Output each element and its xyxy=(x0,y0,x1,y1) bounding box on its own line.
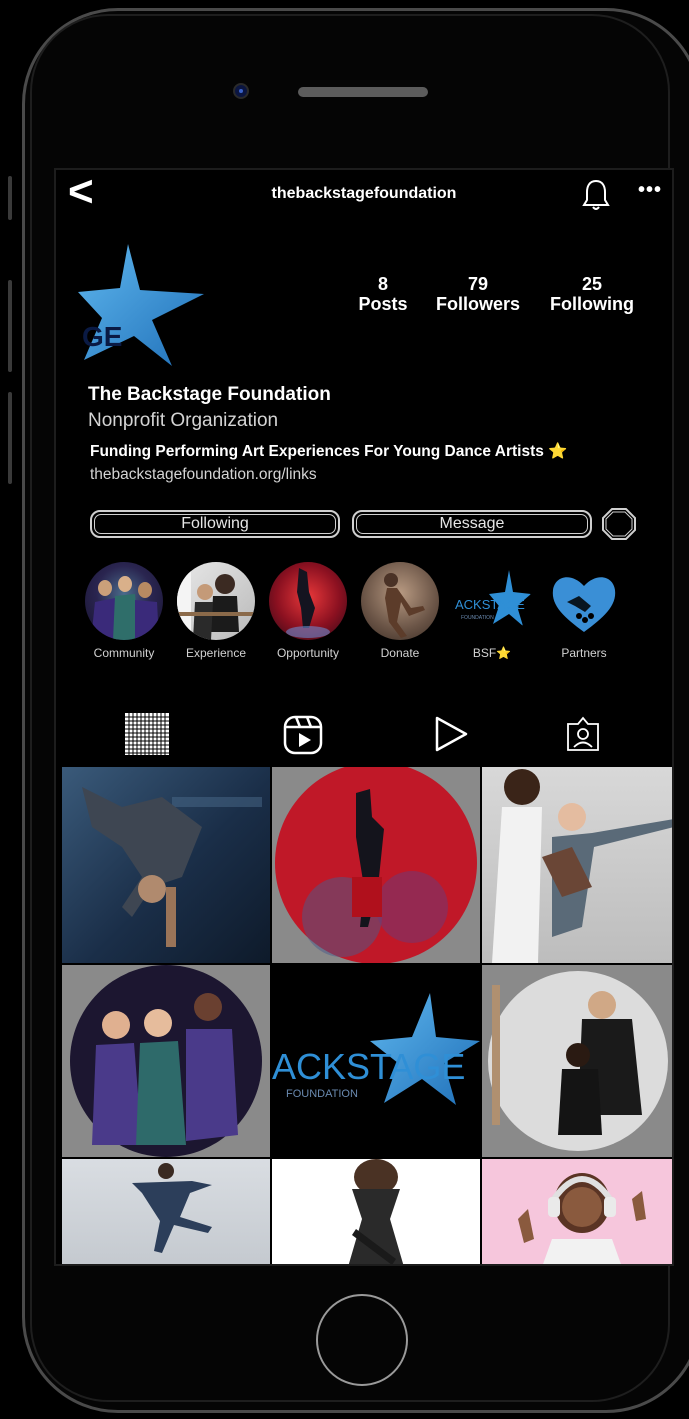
highlight-opportunity[interactable]: Opportunity xyxy=(268,562,348,660)
home-button[interactable] xyxy=(316,1294,408,1386)
profile-link[interactable]: thebackstagefoundation.org/links xyxy=(90,466,317,484)
posts-stat[interactable]: 8 Posts xyxy=(348,274,418,314)
highlight-bsf[interactable]: ACKSTAGE FOUNDATION BSF⭐ xyxy=(452,562,532,660)
profile-username: thebackstagefoundation xyxy=(271,185,457,202)
posts-label: Posts xyxy=(358,294,408,314)
profile-stats: 8 Posts 79 Followers 25 Following xyxy=(348,274,648,324)
followers-count: 79 xyxy=(467,274,489,294)
silent-switch xyxy=(8,176,12,220)
ballet-barre-photo[interactable] xyxy=(482,965,672,1157)
handstand-dancer-photo[interactable] xyxy=(272,767,480,963)
bsf-highlight-label: BSF⭐ xyxy=(472,646,512,660)
highlight-partners[interactable]: Partners xyxy=(544,562,624,660)
tagged-icon[interactable] xyxy=(564,714,602,759)
bsf-logo-text: ACKSTAGE xyxy=(455,597,525,612)
grid-icon[interactable] xyxy=(124,712,170,761)
community-highlight-label: Community xyxy=(93,646,155,660)
handshake-heart-icon xyxy=(552,577,616,632)
following-label: Following xyxy=(550,294,634,314)
reels-icon[interactable] xyxy=(282,714,324,761)
highlight-experience[interactable]: Experience xyxy=(176,562,256,660)
play-icon[interactable] xyxy=(432,714,470,759)
front-camera xyxy=(233,83,249,99)
profile-avatar[interactable]: GE xyxy=(76,242,206,368)
backstage-logo-text: ACKSTAGE xyxy=(272,1046,465,1087)
message-button[interactable]: Message xyxy=(352,510,592,538)
community-highlight-image xyxy=(85,562,163,640)
headphones-dancer-photo[interactable] xyxy=(482,1159,672,1264)
profile-screen: < thebackstagefoundation ••• GE 8 Posts xyxy=(54,168,674,1266)
bsf-logo-subtext: FOUNDATION xyxy=(461,615,494,621)
profile-tabs xyxy=(56,712,672,761)
following-button[interactable]: Following xyxy=(90,510,340,538)
following-button-label: Following xyxy=(181,515,249,532)
leaping-dancer-photo[interactable] xyxy=(62,1159,270,1264)
partners-highlight-image xyxy=(545,562,623,640)
highlight-donate[interactable]: Donate xyxy=(360,562,440,660)
volume-down-button xyxy=(8,392,12,484)
experience-highlight-image xyxy=(177,562,255,640)
message-button-label: Message xyxy=(439,515,505,532)
following-stat[interactable]: 25 Following xyxy=(540,274,644,314)
donate-highlight-label: Donate xyxy=(380,646,420,660)
experience-highlight-label: Experience xyxy=(185,646,247,660)
bsf-highlight-image: ACKSTAGE FOUNDATION xyxy=(453,562,531,640)
breakdancer-photo[interactable] xyxy=(62,767,270,963)
backstage-logo-post[interactable]: ACKSTAGE FOUNDATION xyxy=(272,965,480,1157)
more-options-button[interactable]: ••• xyxy=(638,179,662,202)
opportunity-highlight-label: Opportunity xyxy=(276,646,340,660)
volume-up-button xyxy=(8,280,12,372)
opportunity-highlight-image xyxy=(269,562,347,640)
profile-category: Nonprofit Organization xyxy=(88,410,279,431)
followers-stat[interactable]: 79 Followers xyxy=(426,274,530,314)
partners-highlight-label: Partners xyxy=(561,646,607,660)
avatar-logo-text: GE xyxy=(82,321,122,352)
followers-label: Followers xyxy=(435,294,520,314)
earpiece-speaker xyxy=(298,87,428,97)
highlight-community[interactable]: Community xyxy=(84,562,164,660)
posts-count: 8 xyxy=(377,274,388,294)
following-count: 25 xyxy=(581,274,603,294)
profile-bio: Funding Performing Art Experiences For Y… xyxy=(90,443,568,460)
young-dancers-photo[interactable] xyxy=(62,965,270,1157)
contemporary-dancer-photo[interactable] xyxy=(272,1159,480,1264)
posts-grid: ACKSTAGE FOUNDATION xyxy=(62,767,672,1264)
suggested-accounts-button[interactable] xyxy=(602,508,636,540)
donate-highlight-image xyxy=(361,562,439,640)
profile-display-name: The Backstage Foundation xyxy=(88,384,331,405)
backstage-logo-subtext: FOUNDATION xyxy=(286,1088,358,1100)
ballet-partners-photo[interactable] xyxy=(482,767,672,963)
bell-icon[interactable] xyxy=(582,178,610,217)
